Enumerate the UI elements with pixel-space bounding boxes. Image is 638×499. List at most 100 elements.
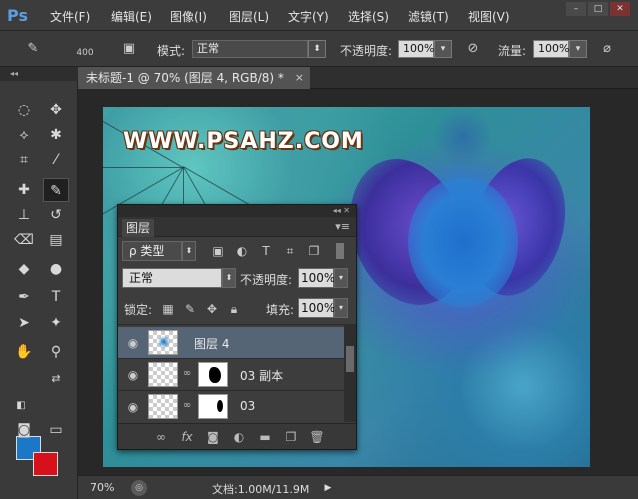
quick-mask-icon[interactable]: ◙ [11, 418, 37, 442]
shape-filter-icon[interactable]: ⌗ [282, 243, 298, 259]
close-icon[interactable]: × [295, 67, 304, 89]
layer-thumbnail[interactable] [148, 362, 178, 387]
gradient-tool-icon[interactable]: ▤ [43, 228, 69, 252]
eyedropper-icon[interactable]: ⁄ [43, 148, 69, 172]
swap-colors-icon[interactable]: ⇄ [43, 367, 69, 391]
opacity-input[interactable]: 100% [398, 40, 434, 58]
menu-edit[interactable]: 编辑(E) [111, 8, 152, 25]
window-controls: – □ ✕ [566, 2, 630, 18]
new-group-icon[interactable]: ▬ [256, 429, 274, 445]
play-arrow-icon[interactable]: ▶ [322, 480, 334, 496]
fill-input[interactable]: 100% [298, 298, 335, 318]
background-color[interactable] [33, 452, 58, 476]
watermark-text: WWW.PSAHZ.COM [123, 129, 364, 154]
minimize-button[interactable]: – [566, 2, 586, 16]
menu-layer[interactable]: 图层(L) [229, 8, 269, 25]
new-layer-icon[interactable]: ❐ [282, 429, 300, 445]
screen-mode-icon[interactable]: ▭ [43, 418, 69, 442]
chevron-down-icon[interactable]: ⬍ [222, 268, 236, 288]
trash-icon[interactable]: 🗑︎ [308, 429, 326, 445]
tools-panel-collapse[interactable]: ◂◂ [0, 67, 78, 81]
blend-mode-select[interactable]: 正常 [122, 268, 222, 288]
shape-tool-icon[interactable]: ✦ [43, 311, 69, 335]
chevron-down-icon[interactable]: ⬍ [308, 40, 326, 58]
type-tool-icon[interactable]: T [43, 285, 69, 309]
menu-type[interactable]: 文字(Y) [288, 8, 329, 25]
default-colors-icon[interactable]: ◧ [8, 394, 34, 418]
clone-stamp-icon[interactable]: ⊥ [11, 203, 37, 227]
layer-opacity-input[interactable]: 100% [298, 268, 335, 288]
magic-wand-icon[interactable]: ✱ [43, 123, 69, 147]
eye-icon[interactable]: ◉ [125, 367, 141, 383]
zoom-tool-icon[interactable]: ⚲ [43, 340, 69, 364]
brush-tool-preset-icon[interactable]: ✎ [22, 38, 44, 60]
blur-tool-icon[interactable]: ◆ [11, 257, 37, 281]
pressure-opacity-icon[interactable]: ⊘ [462, 38, 484, 60]
chevron-down-icon[interactable]: ▾ [334, 268, 348, 288]
pixel-filter-icon[interactable]: ▣ [210, 243, 226, 259]
tab-layers[interactable]: 图层 [122, 219, 154, 237]
layers-panel-header[interactable]: ◂◂ ✕ [118, 205, 356, 217]
brush-tool-icon[interactable]: ✎ [43, 178, 69, 202]
lock-image-icon[interactable]: ✎ [182, 301, 198, 317]
history-brush-icon[interactable]: ↺ [43, 203, 69, 227]
layer-style-icon[interactable]: fx [178, 429, 196, 445]
lasso-tool-icon[interactable]: ⟡ [11, 123, 37, 147]
eraser-tool-icon[interactable]: ⌫ [11, 228, 37, 252]
add-mask-icon[interactable]: ◙ [204, 429, 222, 445]
brush-size-picker[interactable]: 400 [74, 38, 96, 60]
chevron-down-icon[interactable]: ▾ [334, 298, 348, 318]
panel-menu-icon[interactable]: ▾≡ [335, 220, 350, 233]
chevron-down-icon[interactable]: ⬍ [182, 241, 196, 261]
eye-icon[interactable]: ◉ [125, 399, 141, 415]
type-filter-icon[interactable]: T [258, 243, 274, 259]
layer-thumbnail[interactable] [148, 394, 178, 419]
healing-brush-icon[interactable]: ✚ [11, 178, 37, 202]
airbrush-icon[interactable]: ⌀ [596, 38, 618, 60]
menu-filter[interactable]: 滤镜(T) [408, 8, 449, 25]
adjustment-layer-icon[interactable]: ◐ [230, 429, 248, 445]
pen-tool-icon[interactable]: ✒ [11, 285, 37, 309]
maximize-button[interactable]: □ [588, 2, 608, 16]
share-icon[interactable]: ◎ [131, 480, 147, 496]
hand-tool-icon[interactable]: ✋ [11, 340, 37, 364]
brush-panel-icon[interactable]: ▣ [118, 38, 140, 60]
lock-transparent-icon[interactable]: ▦ [160, 301, 176, 317]
menu-image[interactable]: 图像(I) [170, 8, 207, 25]
lock-all-icon[interactable]: 🔒︎ [226, 301, 242, 317]
marquee-tool-icon[interactable]: ◌ [11, 98, 37, 122]
close-button[interactable]: ✕ [610, 2, 630, 16]
adjustment-filter-icon[interactable]: ◐ [234, 243, 250, 259]
path-select-icon[interactable]: ➤ [11, 311, 37, 335]
zoom-level[interactable]: 70% [78, 479, 124, 497]
document-tab[interactable]: 未标题-1 @ 70% (图层 4, RGB/8) * × [78, 67, 310, 89]
lock-position-icon[interactable]: ✥ [204, 301, 220, 317]
chevron-down-icon[interactable]: ▾ [434, 40, 452, 58]
move-tool-icon[interactable]: ✥ [43, 98, 69, 122]
flow-label: 流量: [498, 44, 527, 58]
blue-brush-spot [408, 177, 518, 307]
layer-thumbnail[interactable] [148, 330, 178, 355]
layer-mask-thumbnail[interactable] [198, 362, 228, 387]
crop-tool-icon[interactable]: ⌗ [11, 148, 37, 172]
flow-input[interactable]: 100% [533, 40, 569, 58]
menu-select[interactable]: 选择(S) [348, 8, 389, 25]
link-layers-icon[interactable]: ∞ [152, 429, 170, 445]
filter-toggle[interactable] [336, 243, 344, 259]
link-icon: ∞ [182, 400, 192, 411]
mode-select[interactable]: 正常 [192, 40, 308, 58]
layer-mask-thumbnail[interactable] [198, 394, 228, 419]
dodge-tool-icon[interactable]: ● [43, 257, 69, 281]
document-tab-title: 未标题-1 @ 70% (图层 4, RGB/8) * [86, 71, 284, 85]
layer-row[interactable]: ◉ 图层 4 [118, 327, 344, 359]
layer-row[interactable]: ◉ ∞ 03 [118, 391, 344, 422]
chevron-down-icon[interactable]: ▾ [569, 40, 587, 58]
menu-view[interactable]: 视图(V) [468, 8, 510, 25]
eye-icon[interactable]: ◉ [125, 335, 141, 351]
layer-list-scrollbar[interactable] [344, 324, 356, 422]
smart-object-filter-icon[interactable]: ❐ [306, 243, 322, 259]
layer-row[interactable]: ◉ ∞ 03 副本 [118, 359, 344, 391]
scrollbar-thumb[interactable] [346, 346, 354, 372]
layer-filter-select[interactable]: ρ 类型 [122, 241, 182, 261]
menu-file[interactable]: 文件(F) [50, 8, 90, 25]
